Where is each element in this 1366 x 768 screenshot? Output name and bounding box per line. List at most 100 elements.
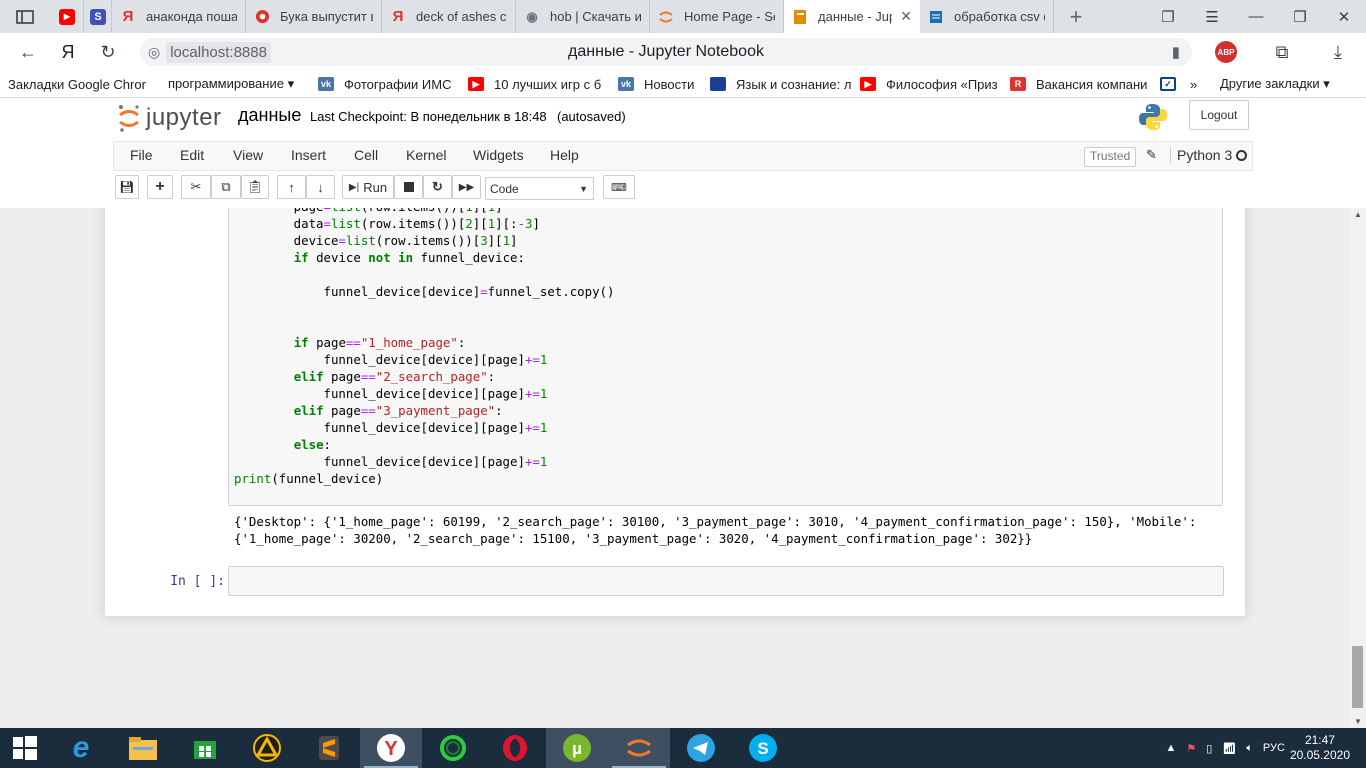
flag-icon xyxy=(710,77,726,91)
notebook-name[interactable]: данные xyxy=(238,105,301,126)
restore-button[interactable]: ❐ xyxy=(1278,0,1322,33)
taskbar-skype[interactable]: S xyxy=(732,728,794,768)
taskbar-explorer[interactable] xyxy=(112,728,174,768)
interrupt-button[interactable] xyxy=(394,175,423,199)
menu-insert[interactable]: Insert xyxy=(291,147,326,163)
paste-button[interactable]: 📋︎ xyxy=(241,175,269,199)
menu-edit[interactable]: Edit xyxy=(180,147,204,163)
bookmark-item[interactable]: Закладки Google Chror xyxy=(0,77,160,92)
command-palette-button[interactable]: ⌨ xyxy=(603,175,635,199)
close-window-button[interactable]: ✕ xyxy=(1322,0,1366,33)
kernel-idle-icon xyxy=(1236,150,1247,161)
sidebar-toggle-button[interactable] xyxy=(0,0,50,33)
menu-icon[interactable]: ☰ xyxy=(1190,0,1234,33)
tab-3[interactable]: ◉ hob | Скачать иг xyxy=(516,0,650,33)
omnibox[interactable]: ◎ localhost:8888 данные - Jupyter Notebo… xyxy=(140,38,1192,66)
trusted-indicator[interactable]: Trusted xyxy=(1084,147,1137,167)
adblock-icon[interactable]: ABP xyxy=(1198,41,1254,63)
menu-kernel[interactable]: Kernel xyxy=(406,147,446,163)
tray-notification-icon[interactable]: ⚑ xyxy=(1186,742,1196,755)
taskbar-ie[interactable]: e xyxy=(50,728,112,768)
other-bookmarks-button[interactable]: Другие закладки ▾ xyxy=(1212,76,1342,92)
logout-button[interactable]: Logout xyxy=(1189,100,1249,130)
taskbar-sublime[interactable] xyxy=(298,728,360,768)
page-title: данные - Jupyter Notebook xyxy=(568,43,764,60)
yandex-icon: Я xyxy=(122,8,134,25)
language-indicator[interactable]: РУС xyxy=(1263,742,1285,754)
cut-button[interactable]: ✂ xyxy=(181,175,211,199)
bookmark-item[interactable]: R Вакансия компани xyxy=(1002,77,1152,92)
collections-icon[interactable]: ❐ xyxy=(1146,0,1190,33)
bookmark-item[interactable]: vk Новости xyxy=(610,77,702,92)
back-button[interactable]: ← xyxy=(8,33,48,71)
restart-run-all-button[interactable]: ▶▶ xyxy=(452,175,481,199)
taskbar-telegram[interactable] xyxy=(670,728,732,768)
menu-help[interactable]: Help xyxy=(550,147,579,163)
clock[interactable]: 21:47 20.05.2020 xyxy=(1290,733,1350,763)
scroll-up-icon[interactable]: ▲ xyxy=(1354,210,1362,219)
tab-1[interactable]: Бука выпустит в xyxy=(246,0,382,33)
start-button[interactable] xyxy=(0,728,50,768)
insert-cell-button[interactable]: + xyxy=(147,175,173,199)
clock-time: 21:47 xyxy=(1304,733,1335,747)
jupyter-logo[interactable]: jupyter xyxy=(118,103,222,133)
reload-button[interactable]: ↻ xyxy=(88,33,128,71)
address-bar: ← Я ↻ ◎ localhost:8888 данные - Jupyter … xyxy=(0,33,1366,71)
bookmark-item[interactable]: ▶ Философия «Приз xyxy=(852,77,1002,92)
scrollbar-thumb[interactable] xyxy=(1352,646,1363,708)
run-button[interactable]: ▶| Run xyxy=(342,175,394,199)
taskbar-utorrent[interactable]: µ xyxy=(546,728,608,768)
move-down-button[interactable]: ↓ xyxy=(306,175,335,199)
bookmark-item[interactable]: Язык и сознание: л xyxy=(702,77,852,92)
tab-0[interactable]: Я анаконда поша xyxy=(112,0,246,33)
bookmark-icon[interactable]: ▮ xyxy=(1172,43,1180,61)
bookmarks-more-button[interactable]: » xyxy=(1182,77,1212,92)
download-icon[interactable]: ⤓ xyxy=(1310,42,1366,63)
bookmark-item[interactable]: vk Фотографии ИМС xyxy=(310,77,460,92)
kernel-name[interactable]: Python 3 xyxy=(1170,147,1232,163)
move-up-button[interactable]: ↑ xyxy=(277,175,306,199)
opera-icon xyxy=(503,735,527,761)
taskbar-store[interactable] xyxy=(174,728,236,768)
tab-s[interactable]: S xyxy=(84,0,112,33)
battery-icon[interactable]: ▯ xyxy=(1206,742,1212,755)
bookmark-item[interactable]: ▶ 10 лучших игр с б xyxy=(460,77,610,92)
menu-file[interactable]: File xyxy=(130,147,153,163)
restart-button[interactable]: ↻ xyxy=(423,175,452,199)
code-editor[interactable]: for row in csv_reader: page=list(row.ite… xyxy=(234,208,614,487)
code-cell-input[interactable]: for row in csv_reader: page=list(row.ite… xyxy=(228,208,1223,506)
network-icon[interactable]: 📶︎ xyxy=(1222,742,1236,755)
copy-button[interactable]: ⧉ xyxy=(211,175,241,199)
tab-6[interactable]: обработка csv ф xyxy=(920,0,1054,33)
taskbar-yandex-browser[interactable]: Y xyxy=(360,728,422,768)
extensions-icon[interactable]: ⧉ xyxy=(1254,42,1310,63)
tab-youtube[interactable]: ▶ xyxy=(50,0,84,33)
bookmark-item[interactable]: ✓ xyxy=(1152,77,1182,91)
menu-view[interactable]: View xyxy=(233,147,263,163)
tray-overflow-icon[interactable]: ▲ xyxy=(1166,742,1177,754)
bookmark-folder[interactable]: программирование ▾ xyxy=(160,76,310,92)
taskbar-opera[interactable] xyxy=(484,728,546,768)
tab-4[interactable]: Home Page - Se xyxy=(650,0,784,33)
youtube-icon: ▶ xyxy=(860,77,876,91)
cell-type-select[interactable]: Code ▼ xyxy=(485,177,594,200)
taskbar-winamp[interactable] xyxy=(236,728,298,768)
tab-2[interactable]: Я deck of ashes ск xyxy=(382,0,516,33)
menu-widgets[interactable]: Widgets xyxy=(473,147,524,163)
site-info-icon[interactable]: ◎ xyxy=(148,44,160,61)
save-button[interactable]: 💾︎ xyxy=(115,175,139,199)
tab-title: данные - Jup xyxy=(818,9,893,24)
volume-icon[interactable]: 🔈︎ xyxy=(1246,742,1253,755)
scroll-down-icon[interactable]: ▼ xyxy=(1354,717,1362,726)
page-scrollbar[interactable]: ▲ ▼ xyxy=(1350,208,1366,728)
taskbar-anaconda[interactable] xyxy=(608,728,670,768)
minimize-button[interactable]: — xyxy=(1234,0,1278,33)
new-tab-button[interactable]: + xyxy=(1054,4,1098,30)
tab-5-active[interactable]: данные - Jup ✕ xyxy=(784,0,920,33)
menu-cell[interactable]: Cell xyxy=(354,147,378,163)
empty-code-cell[interactable] xyxy=(228,566,1224,596)
stack-icon xyxy=(928,9,944,25)
yandex-logo-icon[interactable]: Я xyxy=(48,33,88,71)
taskbar-app-green[interactable] xyxy=(422,728,484,768)
close-icon[interactable]: ✕ xyxy=(900,8,912,25)
